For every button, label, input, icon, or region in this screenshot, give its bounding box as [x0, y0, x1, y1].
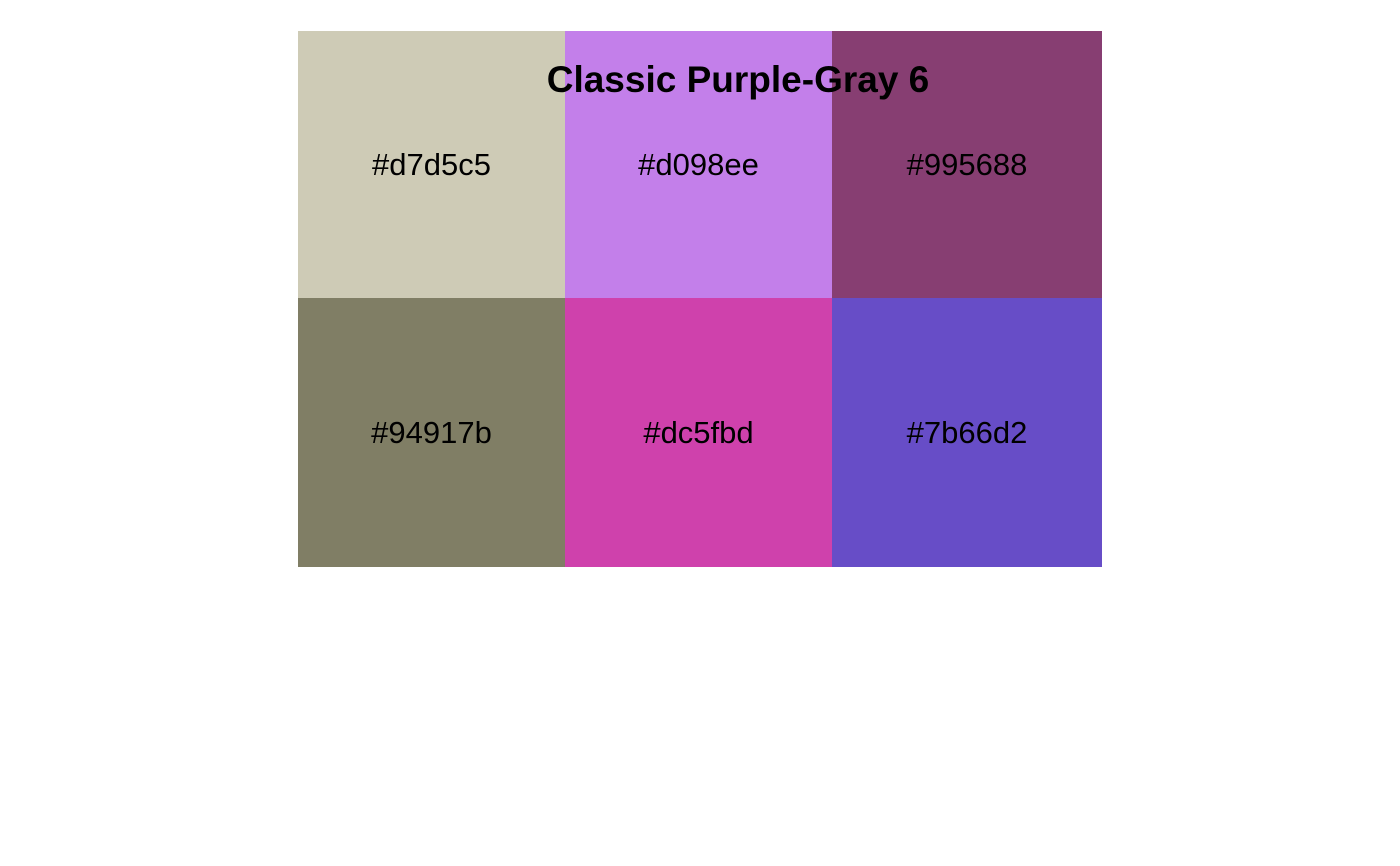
palette-title: Classic Purple-Gray 6	[546, 59, 930, 100]
palette-grid: #d7d5c5 #d098ee #995688 #94917b #dc5fbd …	[298, 31, 1102, 567]
swatch-label: #995688	[906, 147, 1028, 182]
swatch-label: #7b66d2	[906, 415, 1028, 450]
swatch-label: #dc5fbd	[643, 415, 754, 450]
swatch-6: #7b66d2	[832, 298, 1102, 567]
swatch-label: #d7d5c5	[372, 147, 491, 182]
swatch-label: #94917b	[371, 415, 492, 450]
swatch-4: #94917b	[298, 298, 565, 567]
swatch-label: #d098ee	[638, 147, 759, 182]
swatch-5: #dc5fbd	[565, 298, 832, 567]
